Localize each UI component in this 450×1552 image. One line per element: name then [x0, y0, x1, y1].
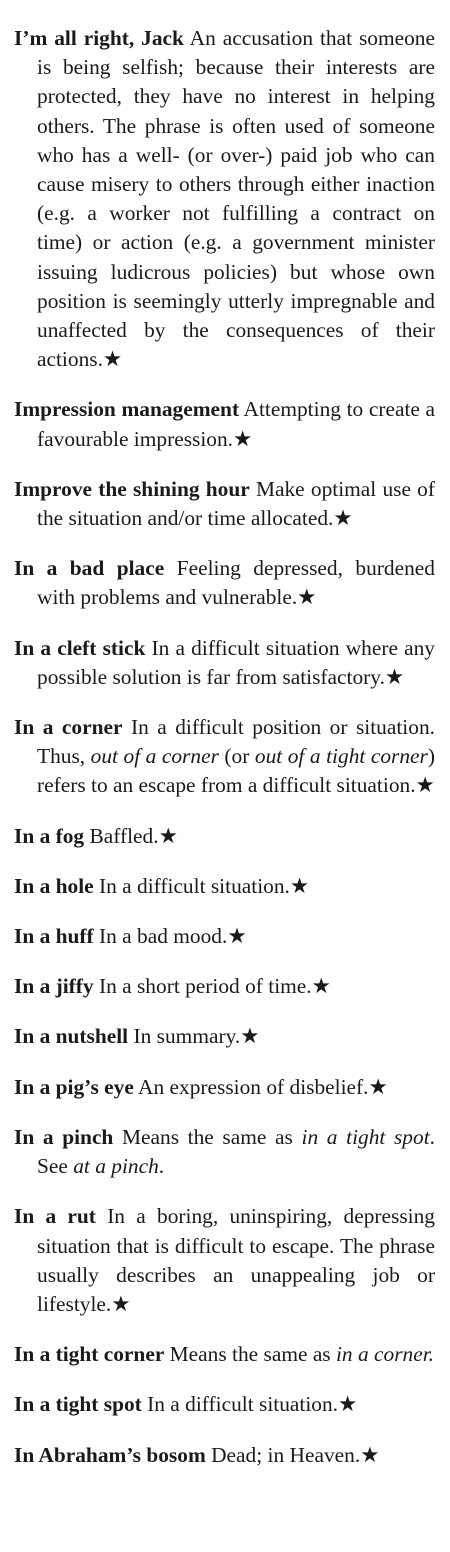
entry-improve-the-shining-hour: Improve the shining hour Make optimal us…	[14, 475, 435, 533]
entry-term: In a fog	[14, 823, 85, 848]
entry-term: In a huff	[14, 924, 94, 949]
entry-term: I’m all right, Jack	[14, 26, 184, 50]
cross-reference: out of a corner	[90, 744, 219, 769]
entry-in-a-tight-spot: In a tight spot In a difficult situation…	[14, 1390, 435, 1419]
entry-in-a-corner: In a corner In a difficult position or s…	[14, 713, 435, 801]
entry-term: In a rut	[14, 1204, 96, 1229]
cross-reference: in a tight spot	[301, 1124, 430, 1149]
cross-reference: in a corner.	[335, 1342, 435, 1367]
entry-term: In a bad place	[14, 556, 165, 581]
entry-in-a-rut: In a rut In a boring, uninspiring, depre…	[14, 1202, 435, 1319]
entry-term: In a pig’s eye	[14, 1074, 134, 1099]
cross-reference: out of a tight corner	[254, 744, 428, 769]
entry-term: In Abraham’s bosom	[14, 1442, 206, 1467]
entry-definition: Baffled.★	[84, 823, 178, 848]
entry-in-a-bad-place: In a bad place Feeling depressed, bur­de…	[14, 554, 435, 612]
entry-term: Impression management	[14, 397, 240, 422]
entry-definition: In a bad mood.★	[93, 924, 247, 949]
entry-definition: .	[158, 1154, 165, 1179]
entry-in-a-pigs-eye: In a pig’s eye An expression of disbelie…	[14, 1073, 435, 1102]
entry-term: In a jiffy	[14, 974, 94, 999]
entry-in-a-hole: In a hole In a difficult situation.★	[14, 872, 435, 901]
cross-reference: at a pinch	[73, 1154, 159, 1179]
entry-definition: Means the same as	[164, 1342, 336, 1367]
entry-term: In a cleft stick	[14, 635, 146, 660]
entry-definition: An accusation that someone is being self…	[37, 26, 435, 372]
entry-definition: In a difficult situation.★	[141, 1392, 358, 1417]
entry-definition: In summary.★	[128, 1024, 260, 1049]
entry-definition: An expression of disbelief.★	[133, 1074, 388, 1099]
dictionary-page: I’m all right, Jack An accusation that s…	[0, 0, 450, 1552]
entry-definition: In a short period of time.★	[93, 974, 331, 999]
entry-term: In a corner	[14, 715, 123, 740]
entry-definition: Means the same as	[113, 1124, 302, 1149]
entry-in-a-tight-corner: In a tight corner Means the same as in a…	[14, 1340, 435, 1369]
entry-in-a-fog: In a fog Baffled.★	[14, 822, 435, 851]
entry-term: In a tight spot	[14, 1392, 142, 1417]
entry-definition: (or	[218, 744, 255, 769]
entry-in-a-huff: In a huff In a bad mood.★	[14, 922, 435, 951]
entry-definition: In a difficult situation.★	[93, 873, 310, 898]
entry-in-a-cleft-stick: In a cleft stick In a difficult situatio…	[14, 634, 435, 692]
entry-term: In a nutshell	[14, 1024, 129, 1049]
entry-in-a-pinch: In a pinch Means the same as in a tight …	[14, 1123, 435, 1181]
entry-definition: In a boring, uninspiring, depress­ing si…	[37, 1204, 435, 1316]
entry-term: In a hole	[14, 873, 94, 898]
entry-definition: Dead; in Heaven.★	[205, 1442, 380, 1467]
entry-in-a-nutshell: In a nutshell In summary.★	[14, 1022, 435, 1051]
entry-impression-management: Impression management Attempting to crea…	[14, 395, 435, 453]
entry-in-a-jiffy: In a jiffy In a short period of time.★	[14, 972, 435, 1001]
entry-term: Improve the shining hour	[14, 476, 250, 501]
entry-term: In a tight corner	[14, 1342, 165, 1367]
entry-in-abrahams-bosom: In Abraham’s bosom Dead; in Heaven.★	[14, 1441, 435, 1470]
entry-term: In a pinch	[14, 1124, 114, 1149]
entry-im-all-right-jack: I’m all right, Jack An accusation that s…	[14, 24, 435, 374]
